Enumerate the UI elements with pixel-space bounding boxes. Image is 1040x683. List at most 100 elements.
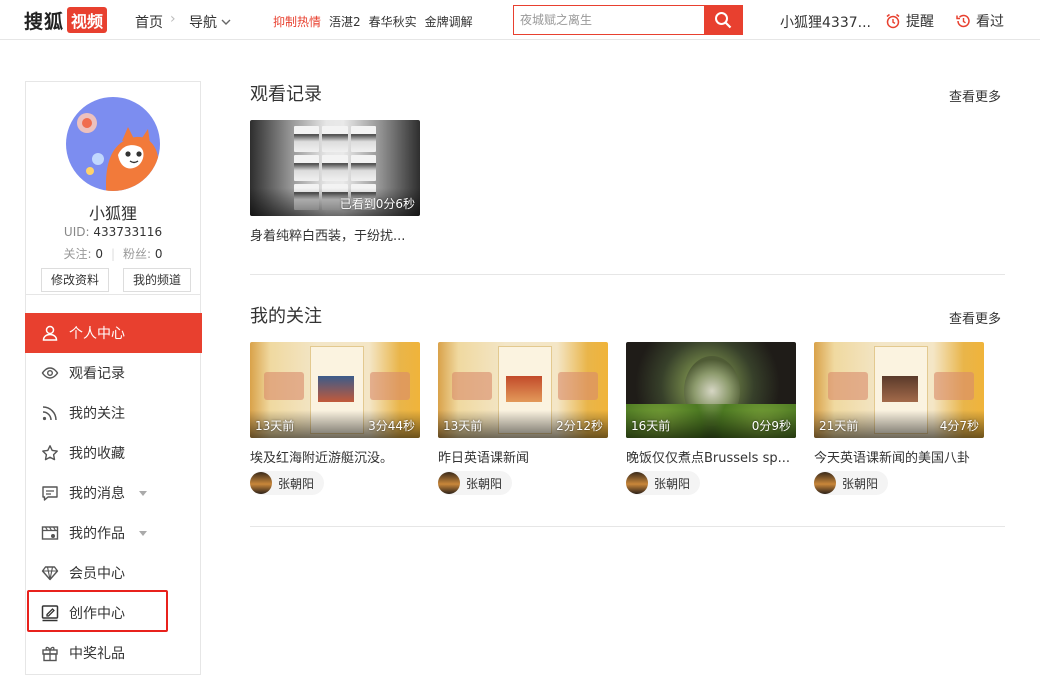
follow-label: 关注: [63, 247, 92, 261]
sidebar-item-label: 中奖礼品 [69, 646, 125, 662]
sidebar-item-label: 我的作品 [69, 526, 125, 542]
author-name: 张朝阳 [278, 476, 315, 491]
edit-profile-button[interactable]: 修改资料 [41, 268, 110, 292]
news-photo [318, 376, 354, 402]
follows-section-title: 我的关注 [250, 306, 322, 327]
search-input[interactable] [514, 6, 704, 34]
sidebar-item-favorites[interactable]: 我的收藏 [25, 433, 202, 473]
sidebar-item-label: 我的关注 [69, 406, 125, 422]
thumb-blur [934, 372, 974, 400]
history-label: 看过 [976, 14, 1004, 30]
thumb-blur [452, 372, 492, 400]
history-icon [956, 14, 970, 28]
hot-link-1[interactable]: 浯湛2 [329, 13, 361, 30]
video-age: 16天前 [631, 419, 671, 433]
author-avatar [438, 472, 460, 494]
history-more-link[interactable]: 查看更多 [949, 86, 1001, 105]
author-tag[interactable]: 张朝阳 [626, 471, 701, 495]
uid-label: UID: [63, 225, 90, 239]
profile-counts: 关注: 0 | 粉丝: 0 [26, 245, 200, 262]
follow-video-title[interactable]: 今天英语课新闻的美国八卦 [814, 447, 984, 466]
rss-icon [42, 406, 57, 421]
fox-avatar-image [77, 113, 158, 191]
news-photo [882, 376, 918, 402]
follow-video-thumbnail[interactable]: 13天前 2分12秒 [438, 342, 608, 438]
sidebar-item-my-follows[interactable]: 我的关注 [25, 393, 202, 433]
author-avatar [626, 472, 648, 494]
creator-center-highlight [27, 590, 168, 632]
follow-video-thumbnail[interactable]: 13天前 3分44秒 [250, 342, 420, 438]
profile-nickname: 小狐狸 [88, 204, 137, 223]
hot-search-links: 抑制热情 浯湛2 春华秋实 金牌调解 [273, 13, 473, 30]
section-divider [250, 274, 1005, 275]
avatar[interactable] [66, 97, 160, 191]
video-age: 13天前 [443, 419, 483, 433]
author-tag[interactable]: 张朝阳 [814, 471, 889, 495]
fans-count: 0 [154, 247, 163, 261]
works-icon [41, 526, 59, 540]
header-user-name[interactable]: 小狐狸4337... [780, 12, 871, 32]
hot-link-3[interactable]: 金牌调解 [425, 13, 473, 30]
top-header: 搜狐 视频 首页 › 导航 抑制热情 浯湛2 春华秋实 金牌调解 小狐狸4337… [0, 0, 1040, 40]
sohu-video-logo[interactable]: 搜狐 视频 [24, 7, 108, 33]
history-section-title: 观看记录 [250, 84, 322, 105]
sidebar-item-my-works[interactable]: 我的作品 [25, 513, 202, 553]
user-sidebar: 小狐狸 UID: 433733116 关注: 0 | 粉丝: 0 修改资料 我的频道… [25, 81, 202, 675]
video-age: 21天前 [819, 419, 859, 433]
nav-guide-label: 导航 [189, 15, 217, 31]
follow-video-thumbnail[interactable]: 16天前 0分9秒 [626, 342, 796, 438]
author-tag[interactable]: 张朝阳 [250, 471, 325, 495]
author-name: 张朝阳 [466, 476, 503, 491]
sidebar-item-label: 个人中心 [69, 326, 125, 342]
sidebar-item-label: 观看记录 [69, 366, 125, 382]
author-avatar [250, 472, 272, 494]
sidebar-item-personal-center[interactable]: 个人中心 [25, 313, 202, 353]
video-age: 13天前 [255, 419, 295, 433]
search-icon [715, 12, 732, 29]
thumb-blur [558, 372, 598, 400]
thumb-blur [828, 372, 868, 400]
history-video-title[interactable]: 身着纯粹白西装，于纷扰... [250, 225, 420, 244]
hot-link-2[interactable]: 春华秋实 [369, 13, 417, 30]
follow-video-title[interactable]: 昨日英语课新闻 [438, 447, 608, 466]
author-avatar [814, 472, 836, 494]
sidebar-item-messages[interactable]: 我的消息 [25, 473, 202, 513]
profile-actions: 修改资料 我的频道 [26, 268, 200, 295]
nav-guide-dropdown[interactable]: 导航 [189, 12, 231, 32]
count-divider: | [110, 247, 116, 261]
section-divider [250, 526, 1005, 527]
sidebar-item-label: 我的收藏 [69, 446, 125, 462]
my-channel-button[interactable]: 我的频道 [123, 268, 192, 292]
remind-label: 提醒 [906, 14, 934, 30]
user-icon [42, 325, 58, 341]
profile-uid: UID: 433733116 [26, 225, 200, 239]
chevron-right-icon: › [170, 11, 176, 27]
chevron-down-icon [139, 530, 147, 536]
sidebar-item-vip-center[interactable]: 会员中心 [25, 553, 202, 593]
sidebar-item-watch-history[interactable]: 观看记录 [25, 353, 202, 393]
follows-more-link[interactable]: 查看更多 [949, 308, 1001, 327]
thumb-blur [370, 372, 410, 400]
hot-link-0[interactable]: 抑制热情 [273, 13, 321, 30]
follow-video-title[interactable]: 晚饭仅仅煮点Brussels sp... [626, 447, 796, 466]
fans-label: 粉丝: [123, 247, 152, 261]
search-button[interactable] [704, 6, 742, 34]
sidebar-item-label: 我的消息 [69, 486, 125, 502]
follow-video-title[interactable]: 埃及红海附近游艇沉没。 [250, 447, 420, 466]
remind-link[interactable]: 提醒 [885, 11, 934, 31]
follow-video-thumbnail[interactable]: 21天前 4分7秒 [814, 342, 984, 438]
watched-link[interactable]: 看过 [955, 11, 1004, 31]
alarm-clock-icon [886, 13, 900, 29]
diamond-icon [41, 566, 59, 581]
history-video-thumbnail[interactable]: 已看到0分6秒 [250, 120, 420, 216]
star-icon [42, 445, 58, 461]
news-photo [506, 376, 542, 402]
author-tag[interactable]: 张朝阳 [438, 471, 513, 495]
sidebar-item-prizes[interactable]: 中奖礼品 [25, 633, 202, 673]
chevron-down-icon [221, 19, 231, 25]
chevron-down-icon [139, 490, 147, 496]
eye-icon [41, 367, 59, 379]
thumb-blur [264, 372, 304, 400]
video-duration: 4分7秒 [939, 419, 979, 433]
nav-home-link[interactable]: 首页 [135, 12, 163, 32]
